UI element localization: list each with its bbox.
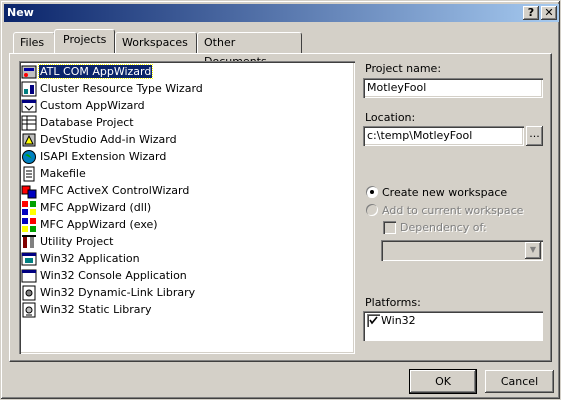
static-lib-icon [22, 302, 36, 317]
dependency-checkbox[interactable] [383, 221, 396, 234]
dialog-title: New [7, 6, 34, 19]
list-item[interactable]: Utility Project [21, 233, 115, 250]
list-item[interactable]: Win32 Application [21, 250, 141, 267]
dll-icon [22, 285, 36, 300]
create-new-workspace-radio[interactable] [366, 186, 378, 198]
list-item-label: MFC ActiveX ControlWizard [40, 184, 190, 197]
tab-workspaces[interactable]: Workspaces [115, 32, 197, 53]
list-item-label: Win32 Static Library [40, 303, 152, 316]
mfc-exe-icon [22, 217, 36, 232]
list-item-label: Win32 Dynamic-Link Library [40, 286, 196, 299]
cancel-button[interactable]: Cancel [485, 370, 554, 393]
add-to-current-workspace-radio[interactable] [366, 204, 378, 216]
list-item[interactable]: Database Project [21, 114, 135, 131]
mfc-activex-icon [21, 185, 37, 198]
new-dialog: New ? ✕ Files Projects Workspaces Other … [0, 0, 561, 400]
chevron-down-icon[interactable]: ▼ [525, 242, 541, 259]
console-icon [21, 269, 37, 282]
dependency-label: Dependency of: [400, 221, 487, 234]
close-button[interactable]: ✕ [541, 6, 557, 20]
radio-selected-dot [370, 190, 374, 194]
list-item-label: Utility Project [40, 235, 114, 248]
title-bar: New ? ✕ [4, 4, 559, 22]
project-name-label: Project name: [365, 62, 442, 75]
list-item-label: DevStudio Add-in Wizard [40, 133, 177, 146]
win32-platform-checkbox[interactable] [367, 314, 380, 327]
database-icon [21, 115, 37, 130]
list-item[interactable]: Win32 Dynamic-Link Library [21, 284, 196, 301]
isapi-globe-icon [22, 149, 36, 164]
makefile-icon [23, 166, 35, 181]
list-item[interactable]: Makefile [21, 165, 87, 182]
utility-icon [22, 234, 36, 248]
browse-button[interactable]: ... [526, 126, 543, 146]
win32-app-icon [21, 252, 37, 265]
list-item-label: Makefile [40, 167, 86, 180]
list-item[interactable]: Cluster Resource Type Wizard [21, 80, 204, 97]
mfc-dll-icon [22, 200, 36, 215]
ok-button[interactable]: OK [409, 369, 477, 394]
tab-files[interactable]: Files [13, 32, 55, 53]
platforms-label: Platforms: [365, 296, 421, 309]
list-item-label: MFC AppWizard (exe) [40, 218, 158, 231]
list-item-label: Custom AppWizard [40, 99, 145, 112]
tab-projects[interactable]: Projects [54, 29, 115, 53]
create-new-workspace-label: Create new workspace [382, 186, 508, 199]
list-item-label: Win32 Console Application [40, 269, 187, 282]
location-label: Location: [365, 111, 416, 124]
list-item-label: Cluster Resource Type Wizard [40, 82, 203, 95]
list-item[interactable]: MFC AppWizard (dll) [21, 199, 152, 216]
check-mark-icon [369, 316, 378, 325]
atl-com-icon [21, 65, 37, 78]
list-item-label: Win32 Application [40, 252, 140, 265]
tab-other-documents[interactable]: Other Documents [197, 32, 302, 68]
add-to-current-workspace-label: Add to current workspace [382, 204, 524, 217]
list-item[interactable]: Win32 Static Library [21, 301, 153, 318]
list-item[interactable]: Custom AppWizard [21, 97, 146, 114]
platforms-list[interactable]: Win32 [363, 311, 543, 341]
location-input[interactable]: c:\temp\MotleyFool [363, 126, 524, 146]
list-item-label: MFC AppWizard (dll) [40, 201, 152, 214]
list-item-label: ATL COM AppWizard [37, 64, 154, 79]
list-item[interactable]: ATL COM AppWizard [21, 63, 154, 80]
list-item[interactable]: Win32 Console Application [21, 267, 188, 284]
project-type-list[interactable]: ATL COM AppWizard Cluster Resource Type … [19, 61, 355, 354]
list-item[interactable]: DevStudio Add-in Wizard [21, 131, 178, 148]
devstudio-addin-icon [22, 133, 36, 146]
list-item-label: ISAPI Extension Wizard [40, 150, 167, 163]
list-item[interactable]: MFC ActiveX ControlWizard [21, 182, 190, 199]
project-name-input[interactable]: MotleyFool [363, 78, 543, 98]
list-item-label: Database Project [40, 116, 134, 129]
dependency-dropdown[interactable]: ▼ [381, 240, 543, 261]
win32-platform-label: Win32 [381, 314, 416, 327]
custom-wizard-icon [21, 99, 37, 112]
help-button[interactable]: ? [523, 6, 539, 20]
list-item[interactable]: MFC AppWizard (exe) [21, 216, 159, 233]
cluster-icon [21, 81, 37, 96]
list-item[interactable]: ISAPI Extension Wizard [21, 148, 167, 165]
